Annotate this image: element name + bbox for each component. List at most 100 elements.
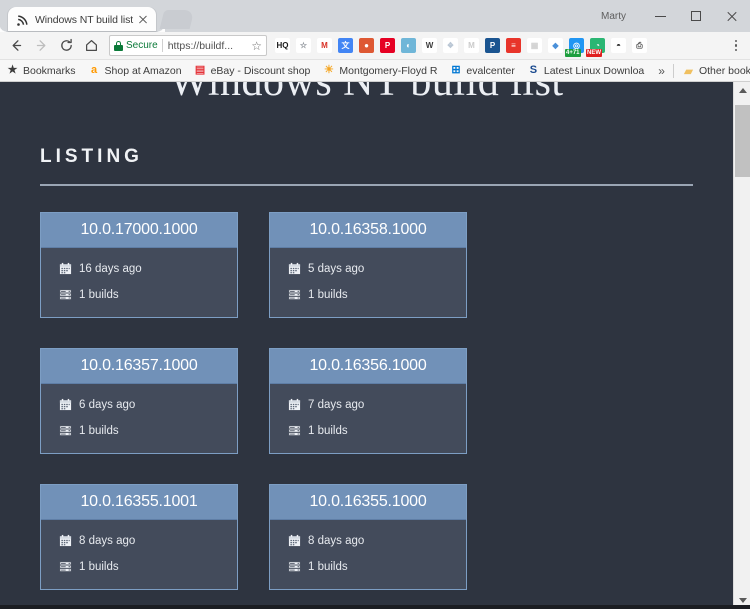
bookmark-label: Latest Linux Downloa [543, 64, 645, 77]
url-text[interactable]: https://buildf... [168, 40, 250, 52]
bookmarks-divider [672, 63, 674, 78]
build-card-header: 10.0.16358.1000 [270, 213, 466, 248]
google-translate-extension[interactable]: 文 [335, 35, 356, 56]
calendar-icon [59, 398, 72, 411]
sun-icon: ☀ [323, 64, 334, 76]
scrollbar-thumb[interactable] [735, 105, 750, 177]
build-version: 10.0.16358.1000 [309, 221, 427, 238]
lock-icon [114, 40, 123, 51]
build-count-row: 1 builds [59, 424, 219, 437]
bookmark-star-icon[interactable]: ☆ [251, 39, 262, 53]
new-tab-button[interactable] [159, 10, 195, 29]
profile-name[interactable]: Marty [601, 11, 626, 22]
build-date-row: 5 days ago [288, 262, 448, 275]
close-window-button[interactable] [714, 0, 750, 32]
speed-extension[interactable]: ◔ NEW [586, 35, 608, 57]
address-bar[interactable]: Secure https://buildf... ☆ [109, 35, 267, 56]
screenshot-extension[interactable]: ▦ [524, 35, 545, 56]
home-button[interactable] [79, 33, 104, 58]
listing-section: LISTING 10.0.17000.1000 16 days ago 1 buil… [0, 146, 733, 609]
window-controls: Marty [601, 0, 750, 32]
bookmark-item[interactable]: ⊞ evalcenter [449, 64, 515, 77]
diamond-extension[interactable]: ◆ [545, 35, 566, 56]
build-card[interactable]: 10.0.16358.1000 5 days ago 1 builds [269, 212, 467, 318]
gmail-extension[interactable]: M [314, 35, 335, 56]
pocket-extension[interactable]: P [482, 35, 503, 56]
tab-title: Windows NT build list | P [35, 13, 136, 26]
calendar-icon [288, 398, 301, 411]
rss-icon [16, 13, 29, 26]
photo-extension[interactable]: ◎ 4+71 [565, 35, 587, 57]
browser-window: Windows NT build list | P Marty [0, 0, 750, 609]
back-button[interactable] [4, 33, 29, 58]
build-date-row: 16 days ago [59, 262, 219, 275]
build-card-header: 10.0.16357.1000 [41, 349, 237, 384]
bookmark-item[interactable]: a Shop at Amazon [88, 64, 182, 77]
build-count: 1 builds [308, 424, 348, 437]
calendar-icon [59, 534, 72, 547]
build-date-row: 7 days ago [288, 398, 448, 411]
page-content: Windows NT build list LISTING 10.0.17000… [0, 82, 733, 609]
mega-extension[interactable]: M [461, 35, 482, 56]
close-icon[interactable] [136, 13, 150, 27]
reload-button[interactable] [54, 33, 79, 58]
bookmark-item[interactable]: ☀ Montgomery-Floyd R [322, 64, 437, 77]
wikipedia-extension[interactable]: W [419, 35, 440, 56]
page-title: Windows NT build list [169, 82, 564, 105]
build-card[interactable]: 10.0.16357.1000 6 days ago 1 builds [40, 348, 238, 454]
build-card-header: 10.0.17000.1000 [41, 213, 237, 248]
bookmark-item[interactable]: ▤ eBay - Discount shop [194, 64, 311, 77]
maximize-button[interactable] [678, 0, 714, 32]
photo-extension-badge: 4+71 [565, 49, 581, 57]
build-count: 1 builds [308, 560, 348, 573]
server-icon [288, 425, 301, 436]
build-date: 7 days ago [308, 398, 365, 411]
build-card-header: 10.0.16355.1000 [270, 485, 466, 520]
minimize-button[interactable] [642, 0, 678, 32]
calendar-icon [59, 262, 72, 275]
build-card[interactable]: 10.0.16355.1000 8 days ago 1 builds [269, 484, 467, 590]
bookmark-item[interactable]: ★ Bookmarks [6, 64, 76, 77]
amazon-icon: a [90, 64, 98, 76]
build-count: 1 builds [308, 288, 348, 301]
stripes-extension[interactable]: ≡ [503, 35, 524, 56]
section-divider [40, 184, 693, 186]
speed-extension-badge: NEW [586, 49, 602, 57]
other-bookmarks-folder[interactable]: ▰ Other bookmarks [682, 64, 750, 77]
calendar-icon [288, 534, 301, 547]
build-card-body: 6 days ago 1 builds [41, 384, 237, 453]
build-card[interactable]: 10.0.16355.1001 8 days ago 1 builds [40, 484, 238, 590]
bookmarks-overflow-button[interactable]: » [658, 64, 665, 78]
bookmark-label: Shop at Amazon [104, 64, 182, 77]
build-card[interactable]: 10.0.17000.1000 16 days ago 1 builds [40, 212, 238, 318]
ebay-icon: ▤ [194, 64, 206, 76]
browser-tab[interactable]: Windows NT build list | P [8, 7, 165, 32]
scroll-up-button[interactable] [734, 82, 750, 99]
server-icon [288, 561, 301, 572]
folder-icon: ▰ [683, 63, 694, 78]
omnibox-divider [161, 39, 163, 52]
dropbox-extension[interactable]: ❖ [440, 35, 461, 56]
build-count-row: 1 builds [59, 288, 219, 301]
build-card-body: 7 days ago 1 builds [270, 384, 466, 453]
build-card-body: 8 days ago 1 builds [41, 520, 237, 589]
pinterest-extension[interactable]: P [377, 35, 398, 56]
build-version: 10.0.17000.1000 [80, 221, 198, 238]
hat-extension[interactable]: ◓ [608, 35, 629, 56]
build-count: 1 builds [79, 560, 119, 573]
bookmark-item[interactable]: S Latest Linux Downloa [527, 64, 645, 77]
build-card[interactable]: 10.0.16356.1000 7 days ago 1 builds [269, 348, 467, 454]
chrome-menu-button[interactable] [726, 34, 746, 58]
server-icon [288, 289, 301, 300]
build-date: 8 days ago [79, 534, 136, 547]
browser-toolbar: Secure https://buildf... ☆ HQ ☆ M 文 ● P ◐ W ❖ M P ≡… [0, 32, 750, 60]
print-extension[interactable]: ⎙ [629, 35, 650, 56]
page-scrollbar[interactable] [733, 82, 750, 609]
duckduckgo-extension[interactable]: ● [356, 35, 377, 56]
evernote-extension[interactable]: ◐ [398, 35, 419, 56]
build-card-body: 8 days ago 1 builds [270, 520, 466, 589]
cloudhq-extension[interactable]: HQ [272, 35, 293, 56]
build-card-grid: 10.0.17000.1000 16 days ago 1 builds 10.0.1… [40, 212, 693, 609]
camera-extension[interactable]: ☆ [293, 35, 314, 56]
build-date: 5 days ago [308, 262, 365, 275]
